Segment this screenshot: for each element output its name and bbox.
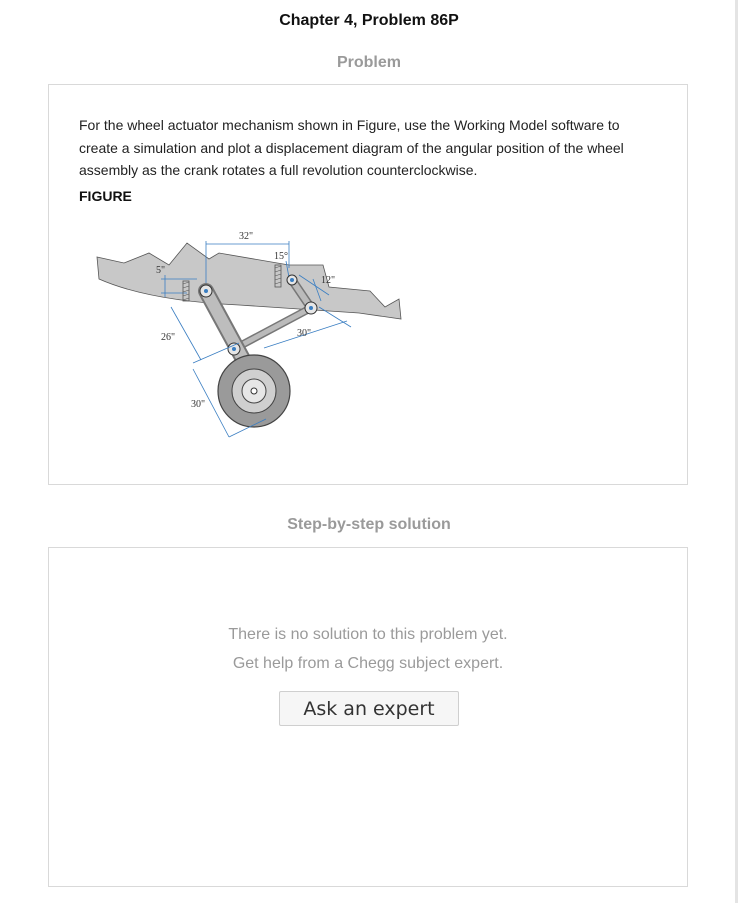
chapter-title: Chapter 4, Problem 86P	[279, 12, 459, 29]
solution-section-title: Step-by-step solution	[287, 516, 451, 533]
ask-expert-button[interactable]: Ask an expert	[279, 691, 459, 726]
dimension-12-label: 12"	[321, 275, 335, 286]
dimension-5-label: 5"	[156, 265, 165, 276]
expert-help-message: Get help from a Chegg subject expert.	[232, 655, 504, 672]
fuselage-shape	[96, 242, 402, 320]
figure-label: FIGURE	[79, 188, 132, 204]
solution-panel: There is no solution to this problem yet…	[48, 547, 688, 887]
no-solution-message: There is no solution to this problem yet…	[228, 626, 508, 643]
dimension-30-lower-label: 30"	[191, 399, 205, 410]
dimension-32-label: 32"	[239, 231, 253, 242]
problem-text: For the wheel actuator mechanism shown i…	[79, 117, 624, 178]
problem-section-title: Problem	[336, 54, 401, 71]
wheel-actuator-figure: 32" 5" 15° 12" 26" 30" 30"	[96, 231, 402, 438]
dimension-15-label: 15°	[274, 251, 288, 262]
dimension-26-label: 26"	[161, 332, 175, 343]
problem-panel: For the wheel actuator mechanism shown i…	[48, 84, 688, 485]
dimension-30-coupler-label: 30"	[297, 328, 311, 339]
